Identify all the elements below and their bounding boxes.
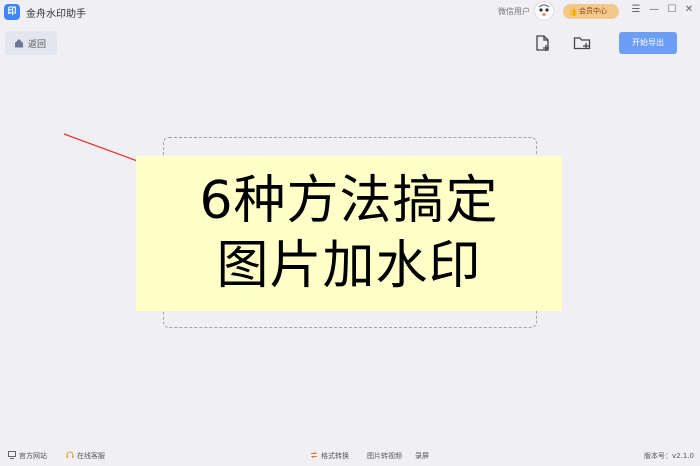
add-folder-icon[interactable] [573,34,591,52]
add-file-icon[interactable] [534,34,552,52]
toolbar: 返回 开始导出 [0,24,700,64]
app-title: 金舟水印助手 [26,9,86,20]
official-website-label: 官方网站 [19,452,47,460]
official-website-link[interactable]: 官方网站 [8,451,47,461]
member-center-button[interactable]: 👍 会员中心 [563,4,619,19]
user-name[interactable]: 微信用户 [498,6,530,17]
status-bar: 官方网站 在线客服 格式转换 图片转视频 录屏 版本号：v2.1.0 [0,446,700,466]
monitor-icon [8,451,16,459]
headset-icon [66,451,74,458]
format-convert-label: 格式转换 [321,452,349,460]
version-text: 版本号：v2.1.0 [644,452,694,460]
minimize-button[interactable]: — [647,3,661,17]
banner-line-1: 6种方法搞定 [199,171,499,231]
maximize-button[interactable]: ☐ [665,3,679,17]
title-bar: 印 金舟水印助手 微信用户 👍 会员中心 ☰ — ☐ ✕ [0,0,700,24]
title-banner: 6种方法搞定 图片加水印 [136,156,562,311]
close-button[interactable]: ✕ [682,3,696,17]
convert-icon [310,451,318,459]
back-label: 返回 [28,40,47,50]
thumb-up-icon: 👍 [568,7,578,16]
screen-record-label: 录屏 [415,452,429,460]
image-to-video-link[interactable]: 图片转视频 [367,451,402,461]
format-convert-link[interactable]: 格式转换 [310,451,349,461]
online-support-link[interactable]: 在线客服 [66,451,105,461]
avatar[interactable] [534,1,554,21]
member-center-label: 会员中心 [579,7,607,15]
app-logo: 印 [4,4,20,20]
start-export-button[interactable]: 开始导出 [619,32,677,54]
screen-record-link[interactable]: 录屏 [415,451,429,461]
online-support-label: 在线客服 [77,452,105,460]
home-icon [15,39,23,48]
image-to-video-label: 图片转视频 [367,452,402,460]
back-button[interactable]: 返回 [5,31,57,55]
avatar-face-icon [536,3,552,19]
banner-line-2: 图片加水印 [216,236,482,296]
menu-icon[interactable]: ☰ [629,3,643,17]
